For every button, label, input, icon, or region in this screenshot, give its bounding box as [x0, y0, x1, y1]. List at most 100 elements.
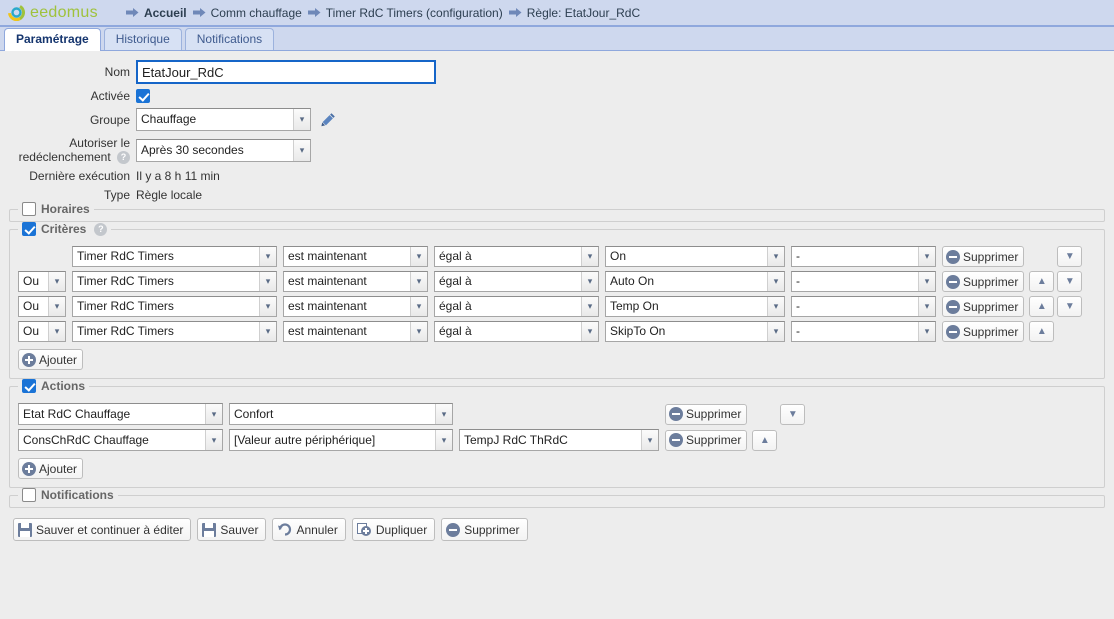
criteria-conjunction-select[interactable]: Ou ▾ [18, 271, 66, 293]
breadcrumb-item-regle[interactable]: Règle: EtatJour_RdC [508, 6, 640, 20]
save-button[interactable]: Sauver [197, 518, 267, 542]
field-row-redeclenchement: Autoriser le redéclenchement ? Après 30 … [0, 136, 1114, 165]
nom-input[interactable] [136, 60, 436, 84]
criteria-extra-value: - [796, 249, 800, 264]
delete-button[interactable]: Supprimer [441, 518, 528, 542]
criteria-extra-select[interactable]: - ▾ [791, 246, 936, 268]
action-device-select[interactable]: Etat RdC Chauffage ▾ [18, 403, 223, 426]
criteria-operator-value: égal à [439, 299, 472, 314]
criteria-delete-button[interactable]: Supprimer [942, 246, 1025, 268]
criteria-condition-select[interactable]: est maintenant ▾ [283, 271, 428, 293]
cancel-button[interactable]: Annuler [272, 518, 346, 542]
criteria-operator-value: égal à [439, 249, 472, 264]
criteria-move-down-button[interactable]: ▼ [1057, 296, 1083, 318]
action-device-select[interactable]: ConsChRdC Chauffage ▾ [18, 429, 223, 452]
derniere-execution-label: Dernière exécution [29, 169, 130, 184]
field-row-nom: Nom [0, 60, 1114, 84]
criteria-extra-value: - [796, 324, 800, 339]
criteria-move-up-button[interactable]: ▲ [1029, 271, 1055, 293]
action-value-select[interactable]: Confort ▾ [229, 403, 453, 426]
question-icon[interactable]: ? [117, 151, 130, 165]
tab-parametrage[interactable]: Paramétrage [4, 28, 101, 51]
action-move-up-button[interactable]: ▲ [752, 429, 778, 451]
chevron-down-icon: ▾ [767, 272, 784, 292]
chevron-down-icon: ▾ [205, 404, 222, 425]
breadcrumb-label: Comm chauffage [210, 5, 302, 20]
field-row-derniere-execution: Dernière exécution Il y a 8 h 11 min [0, 169, 1114, 183]
criteria-device-select[interactable]: Timer RdC Timers ▾ [72, 321, 277, 343]
question-icon[interactable]: ? [94, 222, 108, 236]
criteria-move-up-button[interactable]: ▲ [1029, 296, 1055, 318]
breadcrumb-item-comm-chauffage[interactable]: Comm chauffage [192, 5, 302, 20]
criteria-value-text: Temp On [610, 299, 659, 314]
criteria-delete-button[interactable]: Supprimer [942, 321, 1025, 343]
criteria-move-down-button[interactable]: ▼ [1057, 271, 1083, 293]
breadcrumb-item-timer-config[interactable]: Timer RdC Timers (configuration) [307, 6, 503, 20]
action-rows: Etat RdC Chauffage ▾ Confort ▾ Supprimer… [18, 391, 1096, 480]
redeclenchement-select[interactable]: Après 30 secondes ▾ [136, 138, 311, 162]
criteria-delete-button[interactable]: Supprimer [942, 296, 1025, 318]
criteria-move-down-button[interactable]: ▼ [1057, 246, 1083, 268]
criteria-condition-select[interactable]: est maintenant ▾ [283, 296, 428, 318]
tab-historique[interactable]: Historique [103, 28, 182, 50]
chevron-down-icon: ▾ [581, 297, 598, 317]
criteria-delete-button[interactable]: Supprimer [942, 271, 1025, 293]
action-delete-button[interactable]: Supprimer [665, 403, 748, 425]
section-horaires: Horaires [9, 202, 1105, 223]
criteria-move-up-button[interactable]: ▲ [1029, 321, 1055, 343]
chevron-down-icon: ▾ [918, 297, 935, 317]
action-extra-select[interactable]: TempJ RdC ThRdC ▾ [459, 429, 659, 452]
activee-checkbox[interactable] [136, 89, 150, 103]
criteria-condition-select[interactable]: est maintenant ▾ [283, 246, 428, 268]
criteria-value-select[interactable]: On ▾ [605, 246, 785, 268]
section-criteres-legend: Critères ? [18, 222, 112, 237]
duplicate-button[interactable]: Dupliquer [351, 518, 436, 542]
criteria-operator-select[interactable]: égal à ▾ [434, 246, 599, 268]
criteria-add-button[interactable]: Ajouter [18, 349, 84, 371]
criteria-device-value: Timer RdC Timers [77, 274, 174, 289]
criteria-value-select[interactable]: Temp On ▾ [605, 296, 785, 318]
pencil-icon[interactable] [321, 112, 336, 127]
criteria-operator-select[interactable]: égal à ▾ [434, 271, 599, 293]
criteria-extra-select[interactable]: - ▾ [791, 271, 936, 293]
horaires-checkbox[interactable] [22, 202, 36, 217]
criteria-value-text: Auto On [610, 274, 655, 289]
criteria-extra-select[interactable]: - ▾ [791, 321, 936, 343]
criteria-device-value: Timer RdC Timers [77, 324, 174, 339]
criteres-checkbox[interactable] [22, 222, 36, 237]
criteria-conjunction-value: Ou [23, 299, 40, 314]
criteria-conjunction-select[interactable]: Ou ▾ [18, 321, 66, 343]
delete-icon [946, 324, 960, 339]
logo-wordmark: eedomus [30, 4, 98, 22]
section-criteres: Critères ? Timer RdC Timers ▾ est mainte… [9, 222, 1105, 380]
action-delete-button[interactable]: Supprimer [665, 429, 748, 451]
action-value-select[interactable]: [Valeur autre périphérique] ▾ [229, 429, 453, 452]
save-and-continue-button[interactable]: Sauver et continuer à éditer [13, 518, 192, 542]
action-add-button[interactable]: Ajouter [18, 458, 84, 480]
section-notifications-legend: Notifications [18, 488, 118, 503]
notifications-checkbox[interactable] [22, 488, 36, 503]
criteria-operator-select[interactable]: égal à ▾ [434, 321, 599, 343]
criteria-device-select[interactable]: Timer RdC Timers ▾ [72, 246, 277, 268]
chevron-down-icon: ▾ [918, 247, 935, 267]
criteria-value-select[interactable]: Auto On ▾ [605, 271, 785, 293]
eedomus-logo[interactable]: eedomus [8, 4, 98, 22]
actions-checkbox[interactable] [22, 379, 36, 394]
tab-notifications[interactable]: Notifications [184, 28, 275, 50]
criteria-conjunction-select[interactable]: Ou ▾ [18, 296, 66, 318]
criteria-condition-value: est maintenant [288, 299, 367, 314]
chevron-down-icon: ▾ [259, 272, 276, 292]
criteria-value-select[interactable]: SkipTo On ▾ [605, 321, 785, 343]
criteria-device-select[interactable]: Timer RdC Timers ▾ [72, 271, 277, 293]
chevron-down-icon: ▾ [293, 109, 310, 130]
section-legend-label: Actions [41, 379, 86, 394]
breadcrumb-item-accueil[interactable]: Accueil [125, 5, 187, 20]
action-move-down-button[interactable]: ▼ [780, 403, 806, 425]
criteria-extra-select[interactable]: - ▾ [791, 296, 936, 318]
criteria-device-select[interactable]: Timer RdC Timers ▾ [72, 296, 277, 318]
criteria-condition-select[interactable]: est maintenant ▾ [283, 321, 428, 343]
groupe-select[interactable]: Chauffage ▾ [136, 108, 311, 131]
type-value: Règle locale [136, 188, 203, 203]
criteria-operator-select[interactable]: égal à ▾ [434, 296, 599, 318]
breadcrumb-label: Accueil [143, 5, 187, 20]
